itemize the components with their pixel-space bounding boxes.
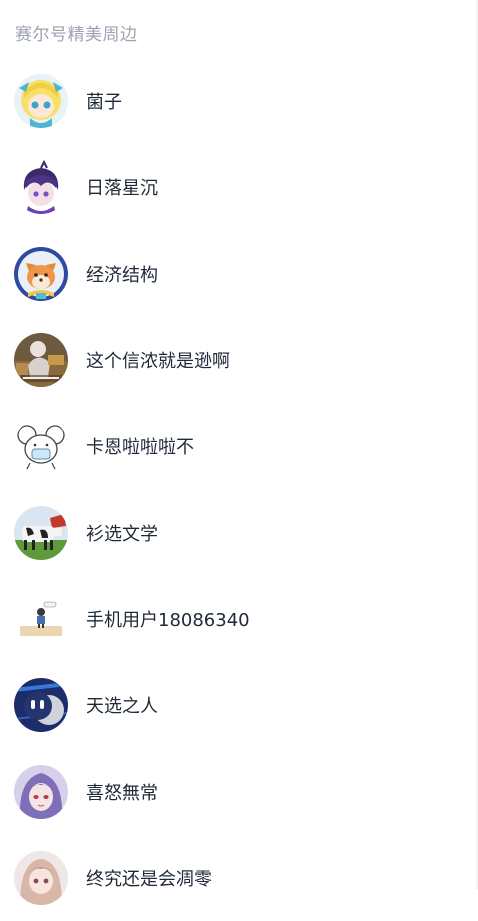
member-name: 这个信浓就是逊啊 — [86, 351, 230, 373]
member-name: 天选之人 — [86, 696, 158, 718]
member-name: 日落星沉 — [86, 178, 158, 200]
list-item[interactable]: 日落星沉 — [0, 144, 476, 230]
member-name: 卡恩啦啦啦不 — [86, 437, 194, 459]
member-name: 喜怒無常 — [86, 782, 158, 804]
member-name: 经济结构 — [86, 264, 158, 286]
small-pixel-figure-avatar[interactable] — [14, 591, 68, 646]
list-item[interactable]: 手机用户18086340 — [0, 576, 476, 662]
sketch-mouse-avatar[interactable] — [14, 419, 68, 474]
anime-purple-hair-avatar[interactable] — [14, 764, 68, 819]
list-item[interactable]: 衫选文学 — [0, 489, 476, 575]
section-title: 赛尔号精美周边 — [15, 25, 138, 45]
member-name: 菌子 — [86, 92, 122, 114]
anime-pink-hair-avatar[interactable] — [14, 850, 68, 905]
shiba-dog-avatar[interactable] — [14, 246, 68, 301]
list-item[interactable]: 这个信浓就是逊啊 — [0, 317, 476, 403]
robot-avatar[interactable] — [14, 678, 68, 733]
member-name: 终究还是会凋零 — [86, 868, 212, 890]
member-name: 衫选文学 — [86, 523, 158, 545]
list-item[interactable]: 终究还是会凋零 — [0, 835, 476, 921]
list-item[interactable]: 菌子 — [0, 58, 476, 144]
cow-avatar[interactable] — [14, 505, 68, 560]
list-item[interactable]: 喜怒無常 — [0, 748, 476, 834]
list-item[interactable]: 卡恩啦啦啦不 — [0, 403, 476, 489]
member-list: 菌子 日落星沉 经济结构 这个信浓就是逊啊 卡恩啦啦啦不 衫选文学 手机用户18… — [0, 58, 476, 921]
anime-chibi-purple-avatar[interactable] — [14, 160, 68, 215]
list-item[interactable]: 经济结构 — [0, 231, 476, 317]
list-item[interactable]: 天选之人 — [0, 662, 476, 748]
member-name: 手机用户18086340 — [86, 609, 250, 631]
anime-girl-yellow-hair-avatar[interactable] — [14, 74, 68, 129]
anime-scene-avatar[interactable] — [14, 333, 68, 388]
